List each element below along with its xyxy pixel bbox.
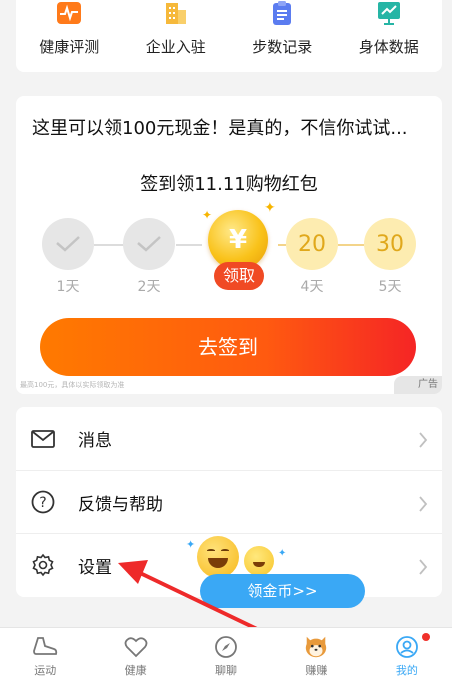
promo-headline[interactable]: 这里可以领100元现金！是真的，不信你试试... [32,114,432,140]
ad-label: 广告 [418,379,438,390]
shortcut-label: 企业入驻 [145,38,206,56]
building-icon [162,0,190,26]
step-day-label: 1天 [56,279,80,295]
step-reward-value: 20 [286,218,338,270]
bottom-tab-bar: 运动 健康 聊聊 赚赚 我的 [0,627,452,683]
mail-icon [30,426,56,452]
shortcuts-card: 健康评测 企业入驻 步数记录 身体数据 [16,0,442,72]
emoji-mouth [253,562,265,567]
sparkle-icon: ✦ [264,200,276,216]
shortcut-label: 身体数据 [358,38,419,56]
tab-chat[interactable]: 聊聊 [181,628,271,683]
shortcut-health-assessment[interactable]: 健康评测 [16,0,123,72]
smiling-emoji-icon[interactable] [244,546,274,576]
chevron-right-icon [418,493,428,517]
shortcut-label: 健康评测 [39,38,100,56]
menu-item-label: 设置 [78,557,112,578]
tab-label: 我的 [395,664,418,677]
shortcut-label: 步数记录 [252,38,313,56]
step-day-3-claim[interactable]: ✦ ✦ ¥ 领取 [198,200,280,296]
step-connector [338,244,364,246]
step-day-label: 4天 [300,279,324,295]
coin-symbol: ¥ [228,225,248,255]
shoe-icon [32,634,58,660]
sparkle-icon: ✦ [278,548,287,559]
emoji-eye [207,549,215,552]
checkmark-icon [42,218,94,270]
shortcut-body-data[interactable]: 身体数据 [336,0,443,72]
earn-coins-button[interactable]: 领金币>> [200,574,365,608]
coin-icon: ¥ [208,210,268,270]
compass-icon [213,634,239,660]
tab-label: 运动 [34,664,57,677]
ad-badge[interactable]: 广告 [394,376,442,394]
step-reward-value: 30 [364,218,416,270]
menu-item-messages[interactable]: 消息 [16,407,442,470]
chevron-right-icon [418,556,428,580]
heart-icon [123,634,149,660]
heart-rate-icon [55,0,83,26]
step-day-label: 2天 [137,279,161,295]
signin-steps: 1天 2天 ✦ ✦ ¥ 领取 20 4天 30 5天 [16,200,442,296]
claim-button[interactable]: 领取 [214,262,264,290]
menu-item-feedback-help[interactable]: ? 反馈与帮助 [16,470,442,533]
shortcut-step-records[interactable]: 步数记录 [229,0,336,72]
emoji-eye [221,549,229,552]
help-icon: ? [30,489,56,515]
chart-board-icon [375,0,403,26]
shiba-dog-icon [303,634,329,660]
shortcut-enterprise[interactable]: 企业入驻 [123,0,230,72]
step-connector [94,244,124,246]
step-day-2: 2天 [123,218,175,296]
chevron-right-icon [418,429,428,453]
clipboard-icon [268,0,296,26]
tab-label: 聊聊 [215,664,238,677]
svg-text:?: ? [39,495,46,511]
tab-health[interactable]: 健康 [90,628,180,683]
tab-profile[interactable]: 我的 [362,628,452,683]
settings-icon [30,552,56,578]
signin-promo-card: 这里可以领100元现金！是真的，不信你试试... 签到领11.11购物红包 1天… [16,96,442,394]
menu-item-label: 反馈与帮助 [78,494,163,515]
emoji-mouth [208,558,228,568]
tab-label: 健康 [124,664,147,677]
promo-subtitle: 签到领11.11购物红包 [140,174,318,195]
step-day-1: 1天 [42,218,94,296]
laughing-emoji-icon[interactable] [197,536,239,578]
notification-dot [422,633,431,641]
checkmark-icon [123,218,175,270]
menu-item-label: 消息 [78,431,112,451]
step-day-5: 30 5天 [364,218,416,296]
go-signin-button[interactable]: 去签到 [40,318,416,376]
step-day-label: 5天 [378,279,402,295]
sparkle-icon: ✦ [202,208,213,222]
step-day-4: 20 4天 [286,218,338,296]
tab-sport[interactable]: 运动 [0,628,90,683]
tab-earn[interactable]: 赚赚 [271,628,361,683]
sparkle-icon: ✦ [186,538,196,551]
tab-label: 赚赚 [305,664,328,677]
promo-fine-print: 最高100元，具体以实际领取为准 [20,381,125,389]
profile-icon [394,634,420,660]
